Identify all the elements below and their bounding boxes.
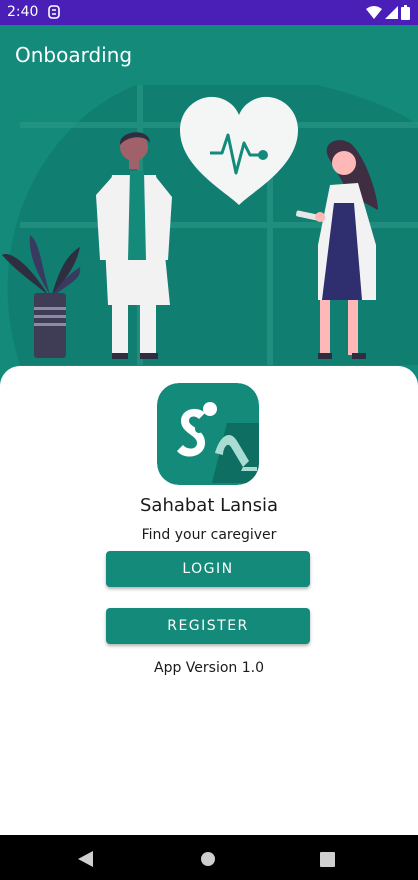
app-notification-icon [48, 5, 60, 19]
sahabat-lansia-logo [157, 383, 259, 485]
signal-icon [385, 6, 398, 19]
recents-icon[interactable] [320, 852, 335, 867]
hero-illustration [0, 85, 418, 385]
tagline: Find your caregiver [141, 527, 277, 543]
doctors-heart-illustration [2, 85, 418, 365]
back-icon[interactable] [78, 851, 94, 867]
login-button[interactable]: LOGIN [106, 551, 310, 587]
app-bar-title: Onboarding [15, 43, 133, 67]
app-version-text: App Version 1.0 [154, 660, 264, 676]
battery-icon [401, 5, 410, 20]
status-bar: 2:40 [0, 0, 418, 25]
status-time: 2:40 [7, 4, 39, 20]
app-name: Sahabat Lansia [139, 495, 278, 516]
wifi-icon [366, 6, 382, 19]
register-button[interactable]: REGISTER [106, 608, 310, 644]
home-icon[interactable] [200, 851, 216, 867]
